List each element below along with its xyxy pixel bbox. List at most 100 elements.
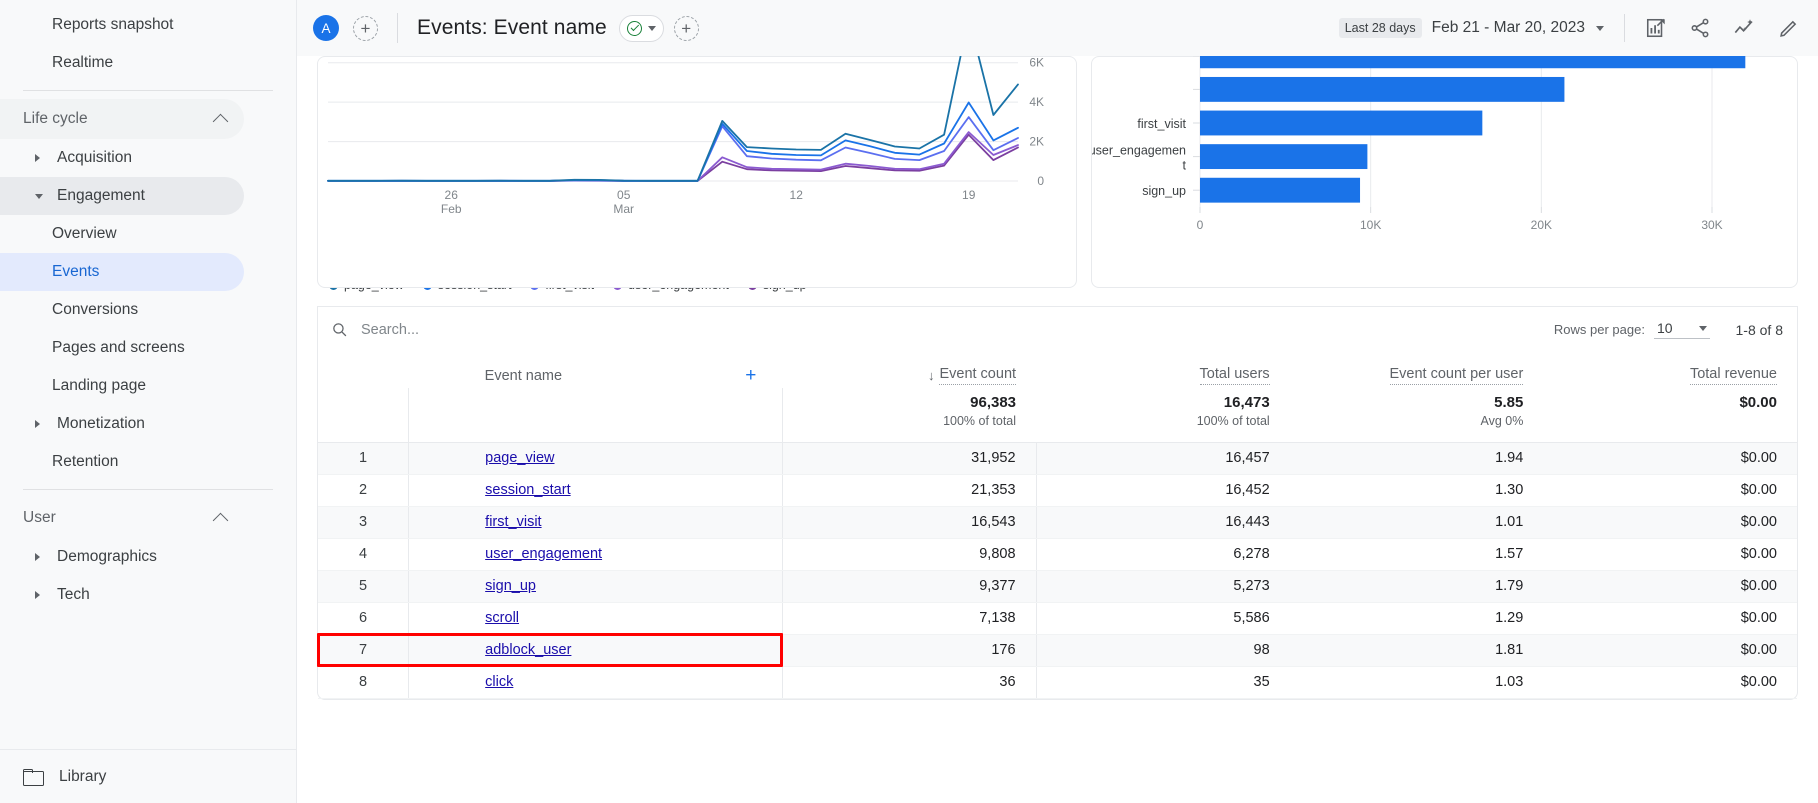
sidebar-item-landing-page[interactable]: Landing page bbox=[0, 367, 244, 405]
date-range-label[interactable]: Feb 21 - Mar 20, 2023 bbox=[1432, 19, 1585, 37]
sidebar-item-label: Pages and screens bbox=[52, 340, 185, 356]
cell-index: 2 bbox=[318, 474, 409, 506]
add-filter-button[interactable]: + bbox=[674, 16, 699, 41]
sidebar-item-demographics[interactable]: Demographics bbox=[0, 538, 244, 576]
sidebar-item-label: Demographics bbox=[57, 549, 157, 565]
sidebar-item-engagement[interactable]: Engagement bbox=[0, 177, 244, 215]
sidebar-item-tech[interactable]: Tech bbox=[0, 576, 244, 614]
table-header-row: Event name + ↓ Event count bbox=[318, 352, 1797, 388]
sidebar-item-acquisition[interactable]: Acquisition bbox=[0, 139, 244, 177]
event-name-link[interactable]: scroll bbox=[485, 610, 519, 626]
insights-report-icon[interactable] bbox=[1645, 17, 1667, 39]
cell-event-count: 21,353 bbox=[782, 474, 1036, 506]
sidebar-item-realtime[interactable]: Realtime bbox=[0, 44, 244, 82]
cell-event-name[interactable]: adblock_user bbox=[409, 634, 783, 666]
sidebar-item-events[interactable]: Events bbox=[0, 253, 244, 291]
triangle-right-icon bbox=[35, 553, 40, 561]
search-icon bbox=[331, 321, 348, 338]
add-comparison-button[interactable]: + bbox=[353, 16, 378, 41]
sidebar-group-label: Life cycle bbox=[23, 110, 88, 128]
header-total-revenue[interactable]: Total revenue bbox=[1543, 352, 1797, 388]
event-name-link[interactable]: adblock_user bbox=[485, 642, 571, 658]
table-pagination-controls: Rows per page: 10 1-8 of 8 bbox=[1554, 320, 1783, 339]
header-event-count-per-user[interactable]: Event count per user bbox=[1290, 352, 1544, 388]
table-row[interactable]: 7adblock_user176981.81$0.00 bbox=[318, 634, 1797, 666]
totals-value: $0.00 bbox=[1543, 394, 1797, 411]
expand-arrow-cell bbox=[35, 194, 57, 199]
cell-event-name[interactable]: user_engagement bbox=[409, 538, 783, 570]
vertical-divider bbox=[397, 13, 398, 43]
event-name-link[interactable]: click bbox=[485, 674, 513, 690]
cell-total-users: 5,273 bbox=[1036, 570, 1290, 602]
table-row[interactable]: 3first_visit16,54316,4431.01$0.00 bbox=[318, 506, 1797, 538]
rows-per-page-select[interactable]: 10 bbox=[1654, 320, 1710, 339]
table-row[interactable]: 6scroll7,1385,5861.29$0.00 bbox=[318, 602, 1797, 634]
cell-event-name[interactable]: first_visit bbox=[409, 506, 783, 538]
avatar-letter: A bbox=[321, 21, 330, 36]
avatar[interactable]: A bbox=[313, 15, 339, 41]
cell-event-name[interactable]: click bbox=[409, 666, 783, 698]
event-name-link[interactable]: sign_up bbox=[485, 578, 536, 594]
totals-total-revenue: $0.00 bbox=[1543, 388, 1797, 442]
table-row[interactable]: 8click36351.03$0.00 bbox=[318, 666, 1797, 698]
svg-text:2K: 2K bbox=[1029, 135, 1044, 149]
edit-pencil-icon[interactable] bbox=[1778, 17, 1800, 39]
main-area: A + Events: Event name + Last 28 days Fe… bbox=[297, 0, 1818, 803]
cell-event-name[interactable]: scroll bbox=[409, 602, 783, 634]
top-bar: A + Events: Event name + Last 28 days Fe… bbox=[297, 0, 1818, 56]
sidebar-item-conversions[interactable]: Conversions bbox=[0, 291, 244, 329]
cell-event-name[interactable]: page_view bbox=[409, 442, 783, 474]
svg-text:12: 12 bbox=[790, 188, 804, 202]
svg-text:Mar: Mar bbox=[613, 202, 634, 216]
sidebar-item-overview[interactable]: Overview bbox=[0, 215, 244, 253]
table-row[interactable]: 1page_view31,95216,4571.94$0.00 bbox=[318, 442, 1797, 474]
cell-event-count: 36 bbox=[782, 666, 1036, 698]
sidebar-item-label: Events bbox=[52, 264, 99, 280]
sidebar-item-label: Realtime bbox=[52, 55, 113, 71]
sidebar-item-pages-and-screens[interactable]: Pages and screens bbox=[0, 329, 244, 367]
bar-chart[interactable]: 010K20K30Kfirst_visituser_engagementsign… bbox=[1092, 56, 1796, 259]
sidebar-item-reports-snapshot[interactable]: Reports snapshot bbox=[0, 6, 244, 44]
header-event-count[interactable]: ↓ Event count bbox=[782, 352, 1036, 388]
report-status-chip[interactable] bbox=[619, 15, 664, 42]
sidebar-item-monetization[interactable]: Monetization bbox=[0, 405, 244, 443]
chevron-down-icon[interactable] bbox=[1596, 26, 1604, 31]
header-label: Event count bbox=[939, 366, 1016, 385]
cell-total-revenue: $0.00 bbox=[1543, 634, 1797, 666]
event-name-link[interactable]: session_start bbox=[485, 482, 570, 498]
table-row[interactable]: 5sign_up9,3775,2731.79$0.00 bbox=[318, 570, 1797, 602]
sidebar-item-library[interactable]: Library bbox=[0, 749, 296, 803]
cell-event-count-per-user: 1.30 bbox=[1290, 474, 1544, 506]
cell-index: 3 bbox=[318, 506, 409, 538]
compare-trend-icon[interactable] bbox=[1733, 17, 1756, 39]
totals-value: 5.85 bbox=[1290, 394, 1544, 411]
cell-total-users: 16,457 bbox=[1036, 442, 1290, 474]
add-dimension-button[interactable]: + bbox=[745, 366, 756, 385]
sidebar-group-user[interactable]: User bbox=[0, 498, 244, 538]
line-chart[interactable]: 02K4K6K26Feb05Mar1219 bbox=[318, 56, 1076, 229]
search-box[interactable] bbox=[326, 321, 661, 338]
table-row[interactable]: 2session_start21,35316,4521.30$0.00 bbox=[318, 474, 1797, 506]
svg-text:first_visit: first_visit bbox=[1137, 117, 1186, 131]
cell-event-name[interactable]: sign_up bbox=[409, 570, 783, 602]
svg-text:t: t bbox=[1183, 159, 1187, 173]
header-total-users[interactable]: Total users bbox=[1036, 352, 1290, 388]
cell-index: 7 bbox=[318, 634, 409, 666]
table-row[interactable]: 4user_engagement9,8086,2781.57$0.00 bbox=[318, 538, 1797, 570]
sidebar-group-life-cycle[interactable]: Life cycle bbox=[0, 99, 244, 139]
cell-event-name[interactable]: session_start bbox=[409, 474, 783, 506]
page-title: Events: Event name bbox=[417, 16, 607, 40]
cell-event-count-per-user: 1.01 bbox=[1290, 506, 1544, 538]
event-name-link[interactable]: page_view bbox=[485, 450, 554, 466]
totals-value: 16,473 bbox=[1036, 394, 1290, 411]
event-name-link[interactable]: user_engagement bbox=[485, 546, 602, 562]
share-icon[interactable] bbox=[1689, 17, 1711, 39]
event-name-link[interactable]: first_visit bbox=[485, 514, 541, 530]
cell-index: 1 bbox=[318, 442, 409, 474]
cell-total-users: 16,452 bbox=[1036, 474, 1290, 506]
cell-event-count-per-user: 1.81 bbox=[1290, 634, 1544, 666]
header-event-name[interactable]: Event name + bbox=[409, 352, 783, 388]
chevron-up-icon bbox=[213, 113, 229, 129]
sidebar-item-retention[interactable]: Retention bbox=[0, 443, 244, 481]
search-input[interactable] bbox=[361, 322, 661, 338]
